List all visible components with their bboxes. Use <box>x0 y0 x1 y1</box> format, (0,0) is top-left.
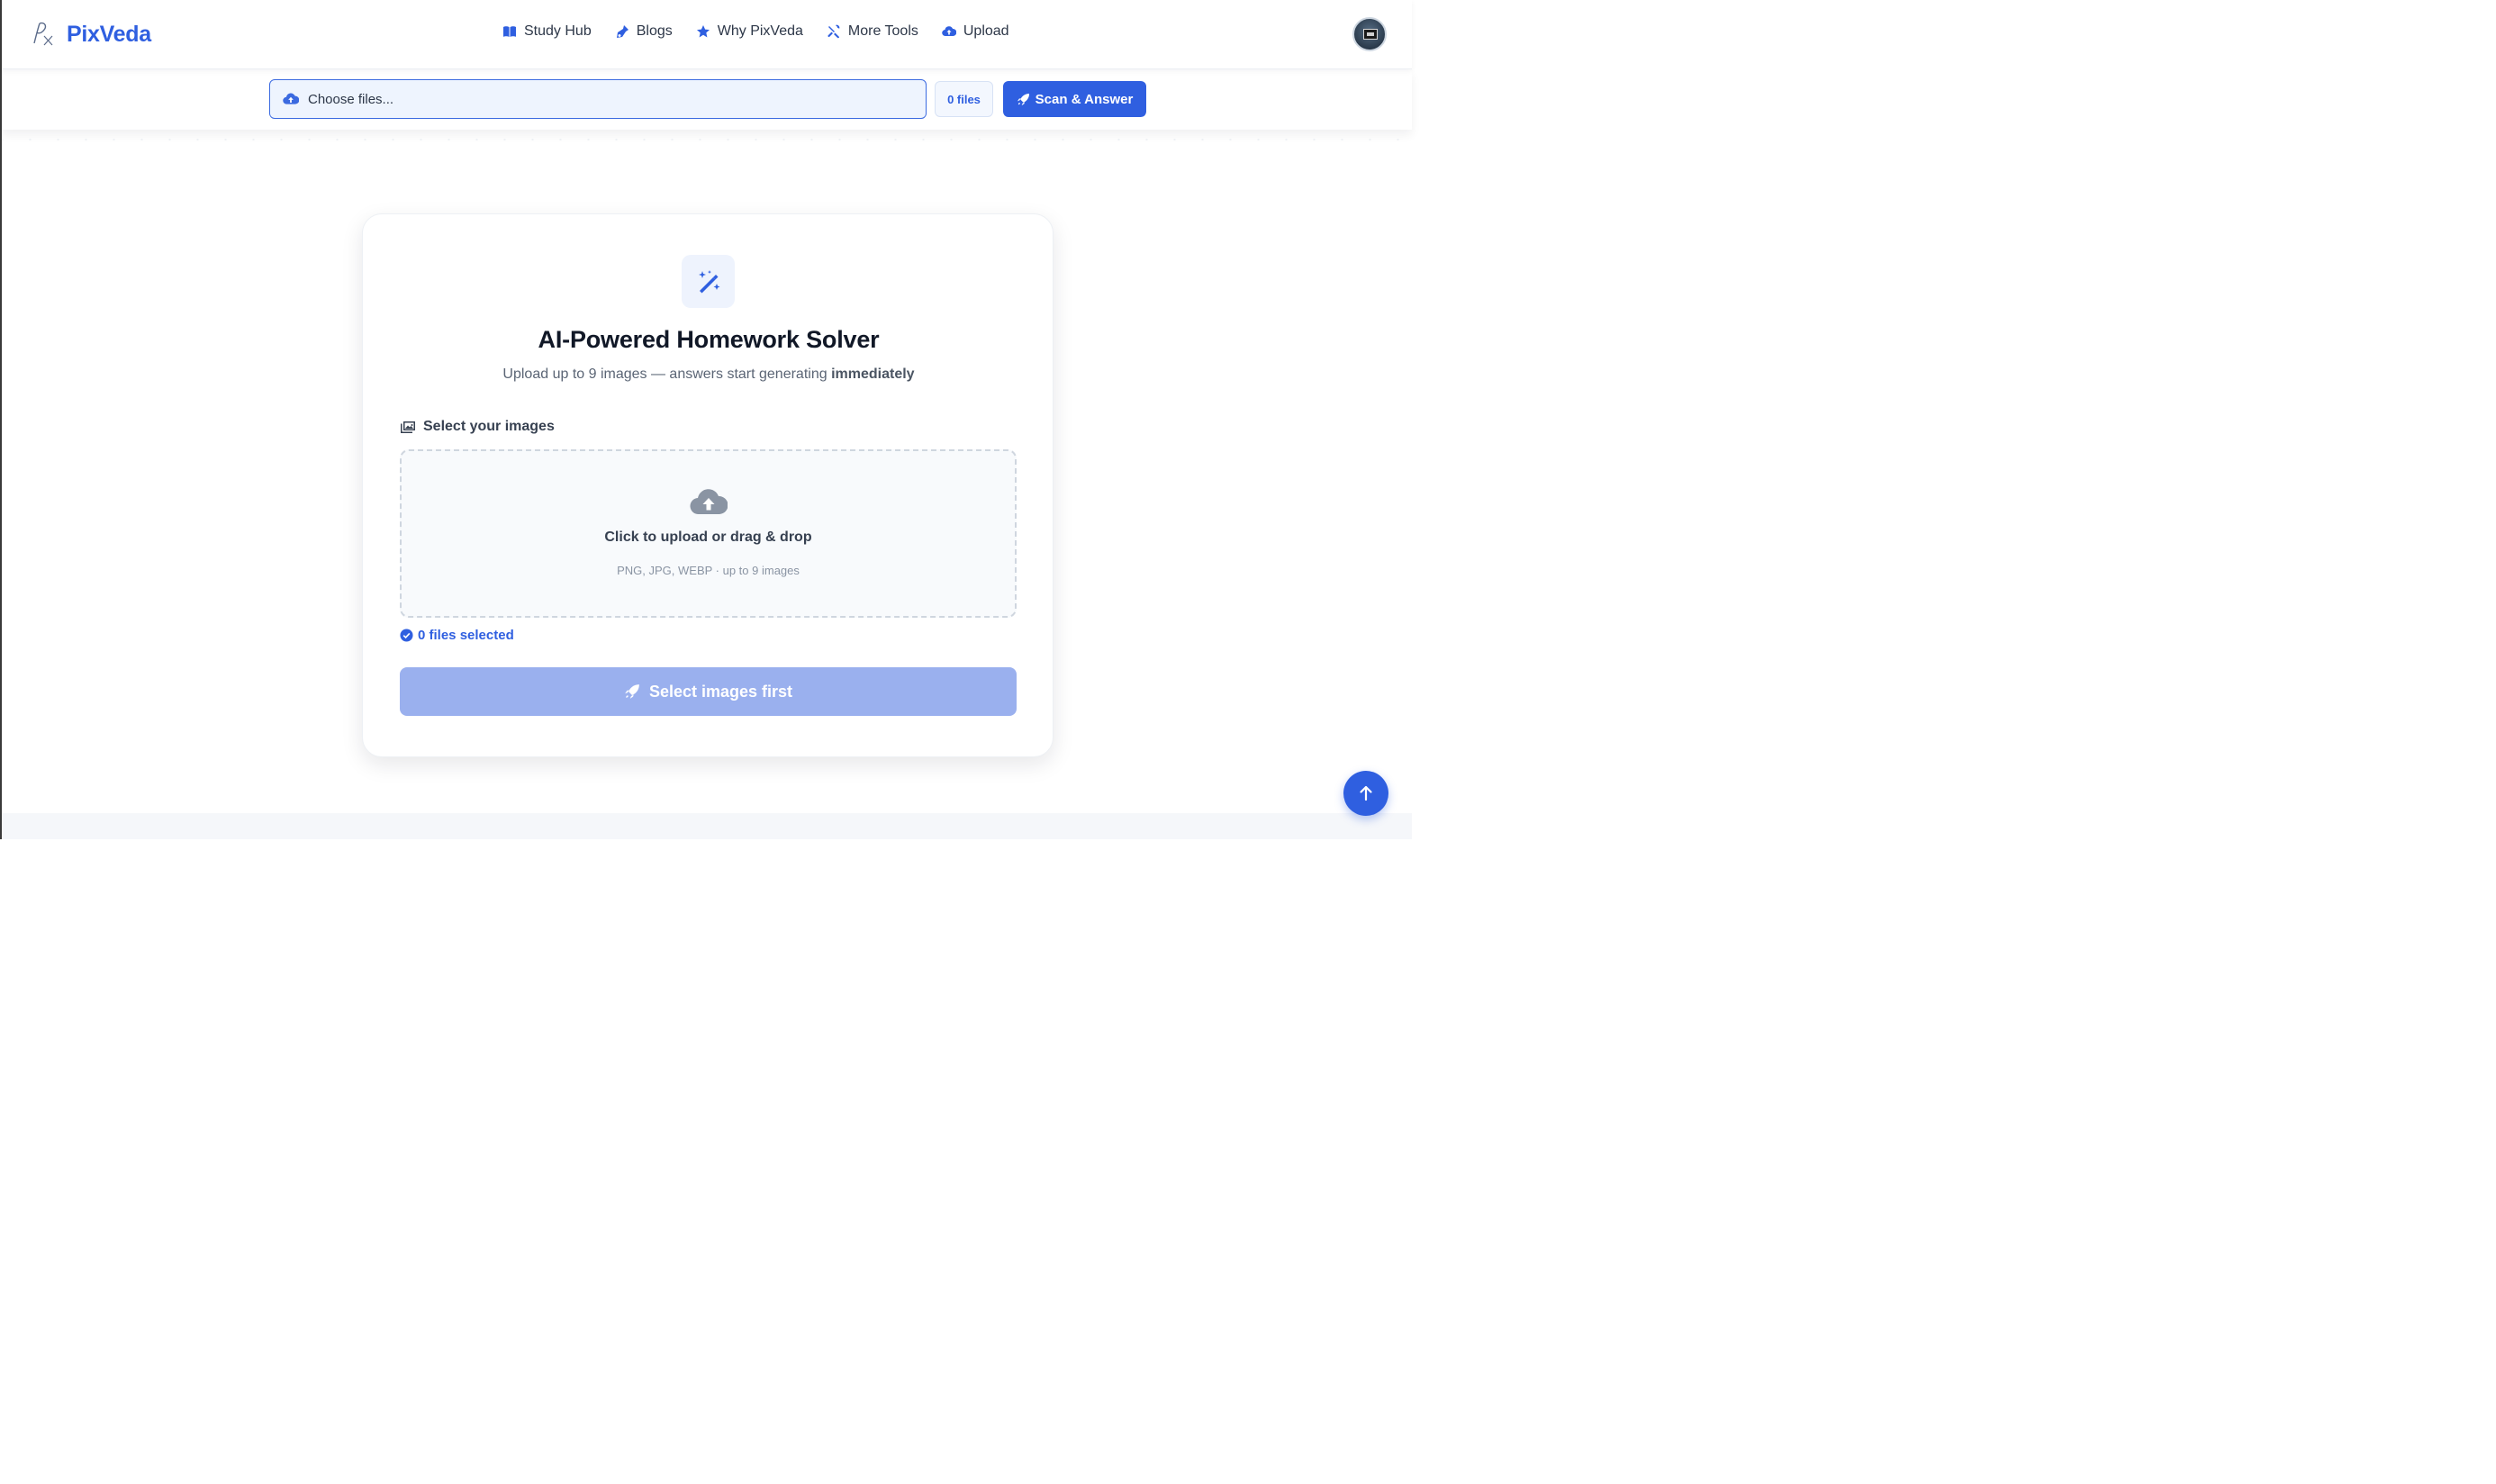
image-dropzone[interactable]: Click to upload or drag & drop PNG, JPG,… <box>400 449 1017 618</box>
arrow-up-icon <box>1360 785 1372 801</box>
check-circle-icon <box>400 629 413 642</box>
choose-files-input[interactable]: Choose files... <box>269 79 927 119</box>
select-images-first-button[interactable]: Select images first <box>400 667 1017 716</box>
tools-icon <box>827 24 840 39</box>
nav-label: Upload <box>963 23 1009 39</box>
cloud-upload-icon <box>283 93 299 104</box>
top-navbar: PixVeda Study Hub Blogs Why PixVeda More… <box>2 0 1412 69</box>
choose-files-label: Choose files... <box>308 91 394 107</box>
cloud-upload-icon <box>690 489 728 515</box>
images-icon <box>401 421 415 433</box>
user-avatar[interactable] <box>1352 17 1387 51</box>
nav-label: Blogs <box>636 23 673 39</box>
rocket-icon <box>1017 93 1029 105</box>
dropzone-hint: PNG, JPG, WEBP · up to 9 images <box>617 564 800 577</box>
main-nav: Study Hub Blogs Why PixVeda More Tools U… <box>502 23 1009 40</box>
brand-name: PixVeda <box>67 21 151 47</box>
quick-upload-bar: Choose files... 0 files Scan & Answer <box>2 69 1412 130</box>
nav-label: Study Hub <box>524 23 592 39</box>
footer-band <box>2 813 1412 839</box>
book-open-icon <box>503 26 516 37</box>
select-images-text: Select your images <box>423 419 555 434</box>
page-subtitle: Upload up to 9 images — answers start ge… <box>363 366 1054 383</box>
nav-label: Why PixVeda <box>717 23 803 39</box>
rocket-icon <box>625 684 639 699</box>
hero-icon-tile <box>682 255 735 308</box>
nav-item-more-tools[interactable]: More Tools <box>827 23 918 40</box>
files-count-badge: 0 files <box>935 81 993 117</box>
dropzone-title: Click to upload or drag & drop <box>604 529 812 545</box>
magic-wand-icon <box>698 269 719 293</box>
files-selected-status: 0 files selected <box>400 628 514 643</box>
files-selected-text: 0 files selected <box>418 628 514 643</box>
brand-logo[interactable]: PixVeda <box>31 20 151 49</box>
scan-and-answer-button[interactable]: Scan & Answer <box>1003 81 1146 117</box>
nav-item-upload[interactable]: Upload <box>942 23 1009 40</box>
page-title: AI-Powered Homework Solver <box>538 326 880 353</box>
cloud-upload-icon <box>942 26 956 37</box>
scroll-to-top-button[interactable] <box>1343 771 1388 816</box>
subtitle-text: Upload up to 9 images — answers start ge… <box>502 366 827 382</box>
subtitle-emphasis: immediately <box>831 366 915 382</box>
homework-solver-card: AI-Powered Homework Solver Upload up to … <box>362 213 1054 757</box>
pen-nib-icon <box>616 25 629 38</box>
background-dot-pattern <box>2 130 1412 148</box>
nav-item-why-pixveda[interactable]: Why PixVeda <box>696 23 803 40</box>
scan-and-answer-label: Scan & Answer <box>1035 91 1134 107</box>
avatar-image <box>1363 29 1378 40</box>
px-script-logo-icon <box>33 22 53 46</box>
submit-label: Select images first <box>648 682 793 701</box>
star-icon <box>696 25 710 38</box>
nav-item-blogs[interactable]: Blogs <box>615 23 673 40</box>
select-images-label: Select your images <box>400 419 555 435</box>
nav-item-study-hub[interactable]: Study Hub <box>502 23 592 40</box>
nav-label: More Tools <box>847 23 918 39</box>
